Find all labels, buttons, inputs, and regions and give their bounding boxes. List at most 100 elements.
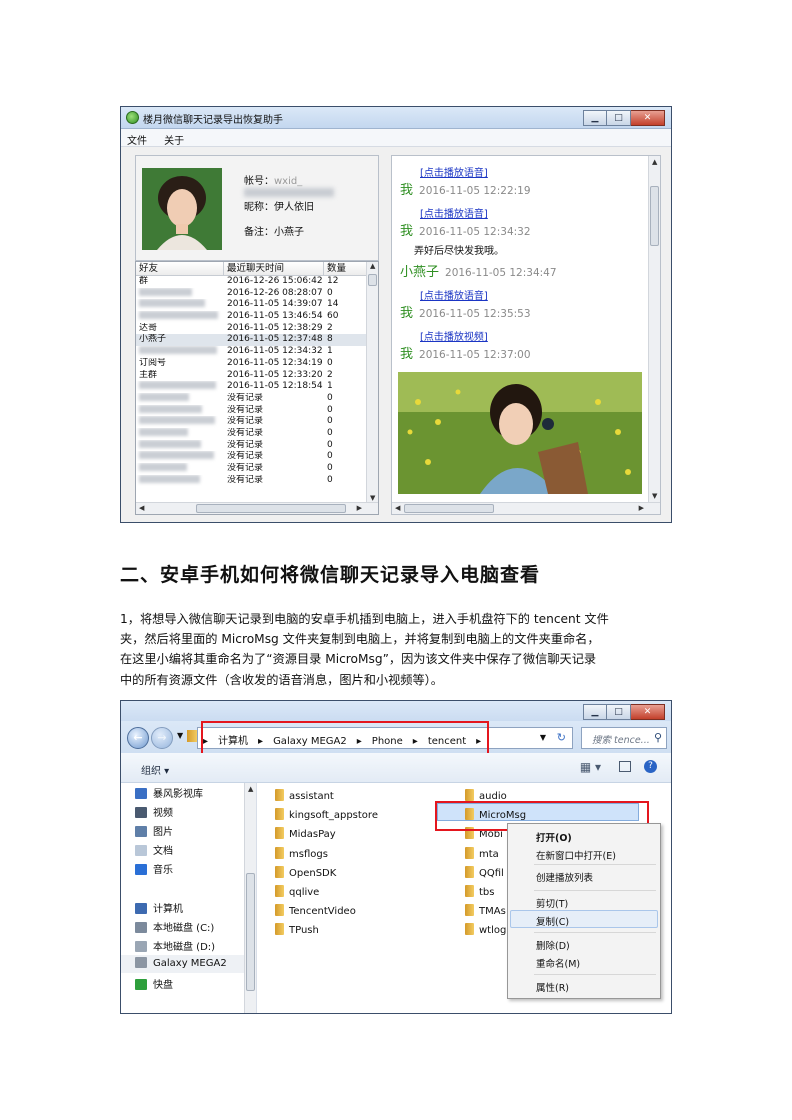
folder-item[interactable]: TPush: [275, 923, 319, 936]
context-menu-item[interactable]: 创建播放列表: [536, 870, 593, 884]
col-last-chat[interactable]: 最近聊天时间: [224, 262, 324, 276]
context-menu-item[interactable]: 重命名(M): [536, 956, 580, 970]
paragraph-line: 夹，然后将里面的 MicroMsg 文件夹复制到电脑上，并将复制到电脑上的文件夹…: [120, 632, 600, 647]
nav-item[interactable]: 文档: [135, 842, 173, 857]
menu-file[interactable]: 文件: [121, 130, 153, 149]
minimize-button[interactable]: ▁: [583, 704, 607, 720]
nav-item[interactable]: 暴风影视库: [135, 785, 203, 800]
back-button[interactable]: ←: [127, 727, 149, 749]
close-button[interactable]: ✕: [631, 110, 665, 126]
folder-item[interactable]: wtlog: [465, 923, 506, 936]
table-row[interactable]: 2016-11-05 12:34:32 1: [136, 346, 368, 358]
chat-horizontal-scrollbar[interactable]: ◀ ▶: [392, 502, 660, 514]
chat-scroll-thumb[interactable]: [650, 186, 659, 246]
account-line: 帐号：wxid_: [244, 172, 378, 198]
table-row[interactable]: 没有记录 0: [136, 474, 368, 487]
minimize-button[interactable]: ▁: [583, 110, 607, 126]
table-row[interactable]: 2016-11-05 14:39:07 14: [136, 299, 368, 311]
close-button[interactable]: ✕: [631, 704, 665, 720]
search-input[interactable]: 搜索 tence... ⚲: [581, 727, 667, 749]
context-menu-item[interactable]: 剪切(T): [536, 896, 568, 910]
table-row[interactable]: 群 2016-12-26 15:06:42 12: [136, 276, 368, 288]
table-row[interactable]: 没有记录 0: [136, 416, 368, 428]
context-menu-item[interactable]: 复制(C): [536, 914, 569, 928]
chat-media-link[interactable]: [点击播放语音]: [420, 164, 488, 179]
table-horizontal-scrollbar[interactable]: ◀ ▶: [136, 502, 378, 514]
chat-media-link[interactable]: [点击播放语音]: [420, 205, 488, 220]
count-cell: 0: [327, 392, 333, 403]
folder-item[interactable]: OpenSDK: [275, 865, 336, 879]
folder-item[interactable]: tbs: [465, 885, 494, 898]
search-icon[interactable]: ⚲: [654, 731, 662, 744]
nav-item[interactable]: 计算机: [135, 900, 183, 915]
help-icon[interactable]: ?: [644, 760, 657, 773]
forward-button[interactable]: →: [151, 727, 173, 749]
preview-pane-icon[interactable]: [619, 761, 631, 772]
folder-item[interactable]: mta: [465, 846, 499, 860]
nav-item[interactable]: Galaxy MEGA2: [135, 957, 227, 969]
nav-item-label: 计算机: [153, 904, 183, 915]
address-dropdown-icon[interactable]: ▼: [540, 733, 546, 742]
table-row[interactable]: 没有记录 0: [136, 392, 368, 405]
phone-icon: [135, 957, 147, 968]
paragraph-line: 中的所有资源文件（含收发的语音消息，图片和小视频等）。: [120, 672, 443, 687]
nav-scroll-thumb[interactable]: [246, 873, 255, 991]
organize-button[interactable]: 组织 ▾: [141, 762, 169, 777]
nav-item[interactable]: 快盘: [135, 976, 173, 991]
menu-about[interactable]: 关于: [158, 130, 190, 149]
table-row[interactable]: 没有记录 0: [136, 427, 368, 440]
table-vertical-scrollbar[interactable]: ▲ ▼: [366, 262, 378, 502]
friend-name-cell: [136, 346, 224, 358]
context-menu-item[interactable]: 属性(R): [536, 980, 569, 994]
folder-item[interactable]: kingsoft_appstore: [275, 808, 378, 821]
nav-item[interactable]: 图片: [135, 823, 173, 838]
chat-media-link[interactable]: [点击播放视频]: [420, 328, 488, 343]
refresh-icon[interactable]: ↻: [557, 731, 566, 744]
context-menu-item[interactable]: 删除(D): [536, 938, 570, 952]
table-row[interactable]: 订阅号 2016-11-05 12:34:19 0: [136, 358, 368, 370]
table-row[interactable]: 主群 2016-11-05 12:33:20 2: [136, 370, 368, 382]
last-chat-cell: 2016-11-05 12:38:29: [227, 322, 323, 333]
chat-image[interactable]: [398, 372, 642, 494]
table-body: 群 2016-12-26 15:06:42 12 2016-12-26 08:28:0…: [136, 276, 368, 486]
col-count[interactable]: 数量: [324, 262, 368, 276]
chat-message-header: 我 2016-11-05 12:35:53: [400, 302, 531, 321]
context-menu-item[interactable]: 打开(O): [536, 830, 572, 844]
folder-item[interactable]: assistant: [275, 789, 334, 802]
nav-item[interactable]: 本地磁盘 (D:): [135, 938, 215, 953]
chat-media-link[interactable]: [点击播放语音]: [420, 287, 488, 302]
table-row[interactable]: 没有记录 0: [136, 451, 368, 463]
table-row[interactable]: 2016-11-05 12:18:54 1: [136, 381, 368, 393]
chat-sender: 我: [400, 347, 414, 362]
folder-item[interactable]: QQfil: [465, 865, 504, 879]
folder-item[interactable]: TMAs: [465, 904, 506, 917]
nav-item[interactable]: 视频: [135, 804, 173, 819]
table-row[interactable]: 小燕子 2016-11-05 12:37:48 8: [136, 334, 368, 347]
maximize-button[interactable]: □: [607, 704, 631, 720]
table-hscroll-thumb[interactable]: [196, 504, 346, 513]
col-friend[interactable]: 好友: [136, 262, 224, 276]
table-row[interactable]: 没有记录 0: [136, 439, 368, 452]
view-options-icon[interactable]: ▦ ▾: [580, 760, 601, 774]
chat-message-header: 我 2016-11-05 12:22:19: [400, 179, 531, 198]
table-scroll-thumb[interactable]: [368, 274, 377, 286]
nav-scrollbar[interactable]: ▲: [244, 783, 256, 1013]
maximize-button[interactable]: □: [607, 110, 631, 126]
history-dropdown-icon[interactable]: ▼: [177, 731, 183, 740]
folder-item[interactable]: qqlive: [275, 885, 319, 898]
table-row[interactable]: 2016-11-05 13:46:54 60: [136, 311, 368, 323]
friend-name-cell: [136, 392, 224, 405]
context-menu-item[interactable]: 在新窗口中打开(E): [536, 848, 616, 862]
folder-item[interactable]: MidasPay: [275, 827, 336, 840]
table-row[interactable]: 没有记录 0: [136, 463, 368, 475]
folder-item[interactable]: TencentVideo: [275, 904, 356, 917]
table-row[interactable]: 没有记录 0: [136, 404, 368, 417]
table-row[interactable]: 达哥 2016-11-05 12:38:29 2: [136, 323, 368, 335]
table-row[interactable]: 2016-12-26 08:28:07 0: [136, 287, 368, 300]
nav-item[interactable]: 本地磁盘 (C:): [135, 919, 214, 934]
folder-icon: [275, 846, 284, 859]
chat-vertical-scrollbar[interactable]: ▲ ▼: [648, 156, 660, 502]
chat-hscroll-thumb[interactable]: [404, 504, 494, 513]
folder-item[interactable]: msflogs: [275, 846, 328, 860]
nav-item[interactable]: 音乐: [135, 861, 173, 876]
